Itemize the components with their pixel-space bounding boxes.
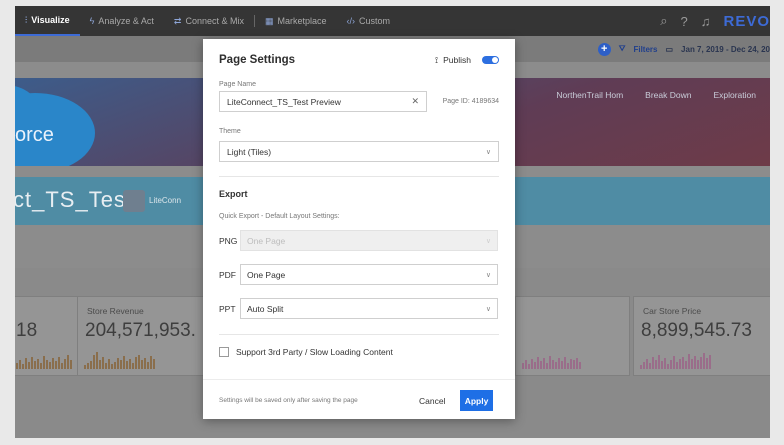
theme-value: Light (Tiles) — [227, 146, 272, 157]
cloud-logo-icon — [15, 86, 95, 166]
sparkline — [522, 351, 581, 369]
dashboard-title: ct_TS_Test — [15, 187, 134, 212]
page-id: Page ID: 4189634 — [442, 98, 499, 105]
sparkline — [16, 351, 72, 369]
code-icon: ‹/› — [346, 16, 356, 26]
filters-button[interactable]: Filters — [633, 45, 657, 54]
sparkline — [640, 351, 711, 369]
connect-icon: ⇄ — [173, 15, 182, 26]
help-icon[interactable]: ? — [681, 14, 688, 29]
rss-icon: ⟟ — [434, 54, 439, 65]
dialog-footer: Settings will be saved only after saving… — [203, 379, 515, 419]
pdf-export-select[interactable]: One Page ∨ — [240, 264, 498, 285]
ppt-export-select[interactable]: Auto Split ∨ — [240, 298, 498, 319]
filter-icon[interactable]: ⛛ — [619, 44, 626, 54]
kpi-card[interactable]: Car Store Price 8,899,545.73 — [633, 296, 770, 376]
chevron-down-icon: ∨ — [485, 271, 491, 279]
kpi-value: 204,571,953. — [85, 320, 196, 341]
top-navigation: ⫶ Visualize ϟ Analyze & Act ⇄ Connect & … — [15, 6, 770, 36]
bell-icon[interactable]: ♫ — [701, 14, 711, 29]
third-party-label: Support 3rd Party / Slow Loading Content — [236, 347, 393, 357]
nav-item-connect[interactable]: ⇄ Connect & Mix — [164, 6, 254, 36]
add-widget-button[interactable]: + — [597, 42, 611, 56]
brand-logo: REVO — [723, 12, 770, 30]
banner-tab-home[interactable]: NorthenTrail Hom — [556, 90, 623, 100]
search-icon[interactable]: ⌕ — [660, 13, 667, 29]
banner-tab-exploration[interactable]: Exploration — [713, 90, 756, 100]
page-name-value: LiteConnect_TS_Test Preview — [227, 96, 341, 107]
kpi-label: Store Revenue — [87, 306, 144, 316]
png-export-select: One Page ∨ — [240, 230, 498, 251]
banner-brand-text: orce — [15, 124, 54, 146]
kpi-card[interactable]: Store Revenue 204,571,953. — [77, 296, 217, 376]
chevron-down-icon: ∨ — [485, 237, 491, 245]
export-section-title: Export — [219, 189, 248, 199]
theme-select[interactable]: Light (Tiles) ∨ — [219, 141, 499, 162]
bolt-icon: ϟ — [89, 16, 95, 26]
section-divider — [219, 176, 499, 177]
kpi-value: 8,899,545.73 — [641, 320, 752, 341]
kpi-card[interactable] — [515, 296, 630, 376]
nav-item-visualize[interactable]: ⫶ Visualize — [15, 6, 80, 36]
page-name-input[interactable]: LiteConnect_TS_Test Preview ✕ — [219, 91, 427, 112]
section-divider — [219, 334, 499, 335]
nav-item-custom[interactable]: ‹/› Custom — [337, 6, 401, 36]
apply-button[interactable]: Apply — [460, 390, 493, 411]
banner-tabs: NorthenTrail Hom Break Down Exploration — [556, 90, 770, 100]
calendar-icon: ▭ — [665, 44, 674, 54]
chevron-down-icon: ∨ — [485, 305, 491, 313]
nav-item-analyze[interactable]: ϟ Analyze & Act — [80, 6, 164, 36]
page-settings-dialog: Page Settings ⟟ Publish Page Name LiteCo… — [203, 39, 515, 419]
dashboard-logo-icon — [123, 190, 145, 212]
date-range[interactable]: Jan 7, 2019 - Dec 24, 20 — [681, 45, 770, 54]
png-label: PNG — [219, 236, 238, 246]
nav-right-tools: ⌕ ? ♫ REVO — [660, 6, 770, 36]
kpi-label: Car Store Price — [643, 306, 702, 316]
ppt-label: PPT — [219, 304, 236, 314]
ppt-value: Auto Split — [247, 303, 284, 314]
pdf-value: One Page — [247, 269, 286, 280]
publish-control[interactable]: ⟟ Publish — [435, 55, 499, 66]
export-hint: Quick Export - Default Layout Settings: — [219, 213, 340, 220]
third-party-option[interactable]: Support 3rd Party / Slow Loading Content — [219, 347, 393, 357]
publish-toggle[interactable] — [482, 56, 499, 64]
third-party-checkbox[interactable] — [219, 347, 229, 357]
save-note: Settings will be saved only after saving… — [219, 397, 358, 404]
kpi-value: 18 — [16, 320, 38, 341]
chevron-down-icon: ∨ — [485, 148, 491, 156]
sparkline — [84, 351, 155, 369]
theme-label: Theme — [219, 128, 241, 135]
clear-icon[interactable]: ✕ — [411, 96, 419, 107]
publish-label: Publish — [443, 55, 471, 65]
cancel-button[interactable]: Cancel — [415, 390, 449, 411]
toolbar-right: + ⛛ Filters ▭ Jan 7, 2019 - Dec 24, 20 — [597, 36, 770, 62]
pdf-label: PDF — [219, 270, 236, 280]
page-name-label: Page Name — [219, 81, 256, 88]
grid-icon: ▦ — [265, 15, 274, 26]
dashboard-subtitle: LiteConn — [149, 196, 182, 205]
nav-item-marketplace[interactable]: ▦ Marketplace — [255, 6, 337, 36]
dialog-header: Page Settings ⟟ Publish — [219, 50, 499, 70]
png-value: One Page — [247, 235, 286, 246]
dialog-title: Page Settings — [219, 54, 296, 66]
bar-chart-icon: ⫶ — [25, 14, 28, 25]
banner-tab-breakdown[interactable]: Break Down — [645, 90, 691, 100]
